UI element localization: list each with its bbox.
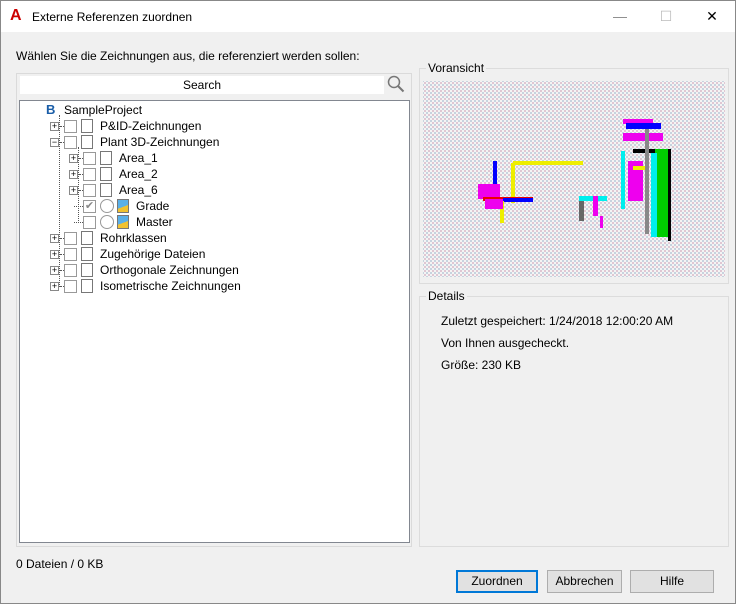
- checkbox[interactable]: [83, 216, 96, 229]
- preview-label: Voransicht: [428, 61, 485, 75]
- expand-toggle-icon[interactable]: +: [69, 186, 78, 195]
- search-input[interactable]: Search: [20, 76, 384, 94]
- tree-item[interactable]: Master: [20, 214, 405, 230]
- tree-item-label: Plant 3D-Zeichnungen: [100, 135, 220, 149]
- tree-item[interactable]: + P&ID-Zeichnungen: [20, 118, 405, 134]
- tree-item[interactable]: + Area_2: [20, 166, 405, 182]
- minimize-button[interactable]: —: [597, 1, 643, 32]
- autocad-app-icon: A: [10, 7, 22, 24]
- checkbox[interactable]: [64, 120, 77, 133]
- checkout-status-text: Von Ihnen ausgecheckt.: [441, 336, 570, 350]
- document-icon: [100, 151, 112, 165]
- checkbox[interactable]: [64, 136, 77, 149]
- file-size-text: Größe: 230 KB: [441, 358, 522, 372]
- expand-toggle-icon[interactable]: +: [50, 250, 59, 259]
- tree-item-label: Isometrische Zeichnungen: [100, 279, 241, 293]
- checkbox[interactable]: [64, 232, 77, 245]
- checkbox[interactable]: [64, 248, 77, 261]
- window-title: Externe Referenzen zuordnen: [32, 10, 193, 24]
- project-icon: B: [46, 102, 56, 117]
- checkbox[interactable]: [64, 264, 77, 277]
- close-button[interactable]: ✕: [689, 1, 735, 32]
- checkbox[interactable]: [83, 168, 96, 181]
- tree-item-label: Master: [136, 215, 173, 229]
- expand-toggle-icon[interactable]: −: [50, 138, 59, 147]
- title-bar: A Externe Referenzen zuordnen — ☐ ✕: [1, 1, 735, 32]
- tree-item[interactable]: ✔ Grade: [20, 198, 405, 214]
- tree-item-label: P&ID-Zeichnungen: [100, 119, 202, 133]
- maximize-button[interactable]: ☐: [643, 1, 689, 32]
- hilfe-button[interactable]: Hilfe: [630, 570, 714, 593]
- checkbox[interactable]: [83, 152, 96, 165]
- tree-item[interactable]: B SampleProject: [20, 102, 405, 118]
- checkbox[interactable]: [83, 184, 96, 197]
- expand-toggle-icon[interactable]: +: [50, 266, 59, 275]
- expand-toggle-icon[interactable]: +: [50, 282, 59, 291]
- instruction-label: Wählen Sie die Zeichnungen aus, die refe…: [16, 49, 360, 63]
- document-icon: [100, 183, 112, 197]
- folder-drawing-icon: [81, 135, 93, 149]
- tree-item[interactable]: + Rohrklassen: [20, 230, 405, 246]
- selection-status: 0 Dateien / 0 KB: [16, 557, 104, 571]
- tree-item-label: Grade: [136, 199, 170, 213]
- drawing-file-icon: [117, 215, 129, 229]
- folder-drawing-icon: [81, 263, 93, 277]
- folder-drawing-icon: [81, 279, 93, 293]
- details-label: Details: [428, 289, 465, 303]
- radio-button[interactable]: [100, 215, 114, 229]
- tree-item[interactable]: − Plant 3D-Zeichnungen: [20, 134, 405, 150]
- tree-item-label: Area_2: [119, 167, 158, 181]
- drawing-file-icon: [117, 199, 129, 213]
- tree-item[interactable]: + Area_6: [20, 182, 405, 198]
- checkbox[interactable]: [64, 280, 77, 293]
- tree-item-label: Area_1: [119, 151, 158, 165]
- last-saved-text: Zuletzt gespeichert: 1/24/2018 12:00:20 …: [441, 314, 674, 328]
- expand-toggle-icon[interactable]: +: [69, 154, 78, 163]
- preview-image: [423, 81, 725, 277]
- tree-item[interactable]: + Zugehörige Dateien: [20, 246, 405, 262]
- tree-item-label: Area_6: [119, 183, 158, 197]
- drawing-tree[interactable]: B SampleProject + P&ID-Zeichnungen − Plant 3D…: [19, 100, 410, 543]
- tree-item-label: Zugehörige Dateien: [100, 247, 206, 261]
- abbrechen-button[interactable]: Abbrechen: [547, 570, 622, 593]
- document-icon: [81, 247, 93, 261]
- tree-item-label: Rohrklassen: [100, 231, 167, 245]
- checkbox[interactable]: ✔: [83, 200, 96, 213]
- tree-line: [74, 222, 83, 223]
- tree-item[interactable]: + Orthogonale Zeichnungen: [20, 262, 405, 278]
- tree-line: [74, 206, 83, 207]
- tree-item-label: SampleProject: [64, 103, 143, 117]
- folder-drawing-icon: [81, 231, 93, 245]
- folder-drawing-icon: [81, 119, 93, 133]
- tree-item[interactable]: + Area_1: [20, 150, 405, 166]
- tree-item[interactable]: + Isometrische Zeichnungen: [20, 278, 405, 294]
- expand-toggle-icon[interactable]: +: [69, 170, 78, 179]
- search-icon[interactable]: [387, 75, 405, 93]
- expand-toggle-icon[interactable]: +: [50, 234, 59, 243]
- zuordnen-button[interactable]: Zuordnen: [456, 570, 538, 593]
- tree-item-label: Orthogonale Zeichnungen: [100, 263, 239, 277]
- expand-toggle-icon[interactable]: +: [50, 122, 59, 131]
- radio-button[interactable]: [100, 199, 114, 213]
- document-icon: [100, 167, 112, 181]
